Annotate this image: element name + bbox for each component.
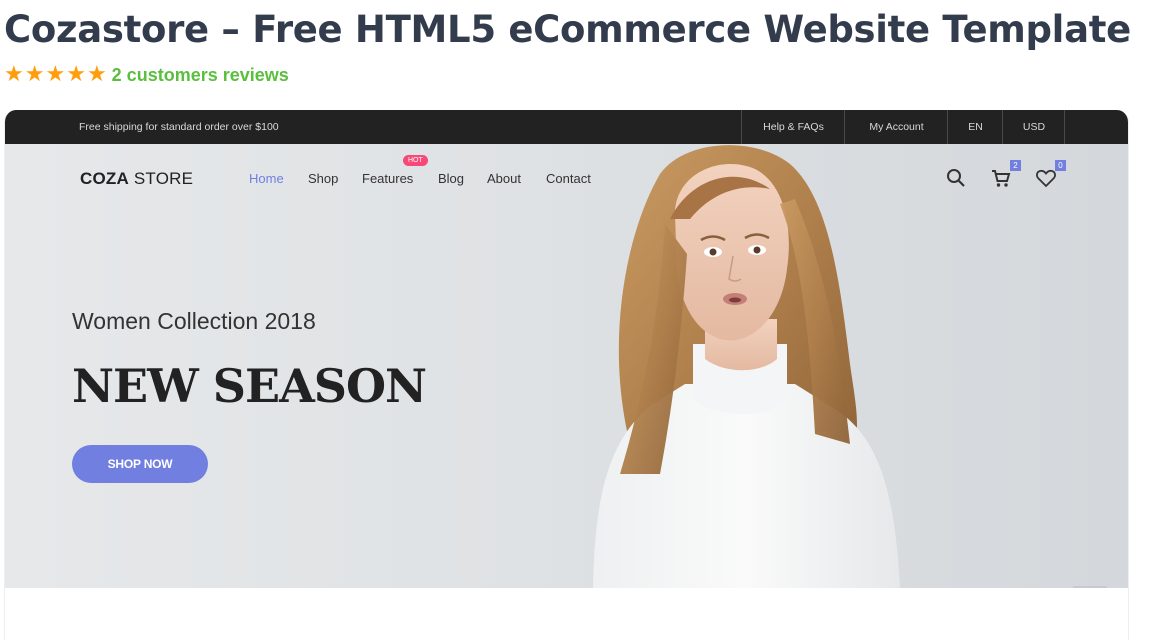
language-link[interactable]: EN [947, 110, 1003, 144]
cart-button[interactable]: 2 [989, 160, 1021, 190]
star-icon: ★ [86, 62, 107, 87]
topbar-divider [1064, 110, 1065, 144]
hero-headline: NEW SEASON [72, 359, 427, 413]
hot-badge: HOT [403, 155, 428, 166]
search-icon [947, 169, 965, 187]
model-image [565, 144, 945, 588]
hero-subtitle: Women Collection 2018 [72, 308, 316, 334]
rating-stars: ★ ★ ★ ★ ★ [4, 64, 107, 86]
wishlist-count: 0 [1055, 160, 1066, 171]
slider-indicator[interactable] [1073, 586, 1107, 588]
shipping-notice: Free shipping for standard order over $1… [79, 121, 279, 133]
nav-blog[interactable]: Blog [438, 171, 464, 186]
nav-shop[interactable]: Shop [308, 171, 338, 186]
preview-topbar: Free shipping for standard order over $1… [5, 110, 1128, 144]
nav-features[interactable]: Features [362, 171, 413, 186]
help-faqs-link[interactable]: Help & FAQs [741, 110, 845, 144]
store-logo[interactable]: COZA STORE [80, 169, 193, 189]
shop-now-button[interactable]: SHOP NOW [72, 445, 208, 483]
template-preview[interactable]: Free shipping for standard order over $1… [4, 110, 1129, 640]
nav-about[interactable]: About [487, 171, 521, 186]
nav-home[interactable]: Home [249, 171, 284, 186]
search-button[interactable] [944, 166, 968, 190]
star-icon: ★ [24, 62, 45, 87]
star-icon: ★ [66, 62, 86, 87]
star-icon: ★ [4, 62, 24, 87]
logo-bold-text: COZA [80, 169, 129, 188]
logo-light-text: STORE [128, 169, 194, 188]
my-account-link[interactable]: My Account [844, 110, 948, 144]
rating-row: ★ ★ ★ ★ ★ 2 customers reviews [4, 62, 289, 88]
star-icon: ★ [45, 62, 66, 87]
page-title: Cozastore – Free HTML5 eCommerce Website… [4, 8, 1131, 51]
cart-count: 2 [1010, 160, 1021, 171]
hero-banner: COZA STORE Home Shop Features Blog About… [5, 144, 1128, 588]
reviews-link[interactable]: 2 customers reviews [112, 65, 289, 86]
currency-link[interactable]: USD [1002, 110, 1065, 144]
wishlist-button[interactable]: 0 [1034, 160, 1066, 190]
nav-contact[interactable]: Contact [546, 171, 591, 186]
